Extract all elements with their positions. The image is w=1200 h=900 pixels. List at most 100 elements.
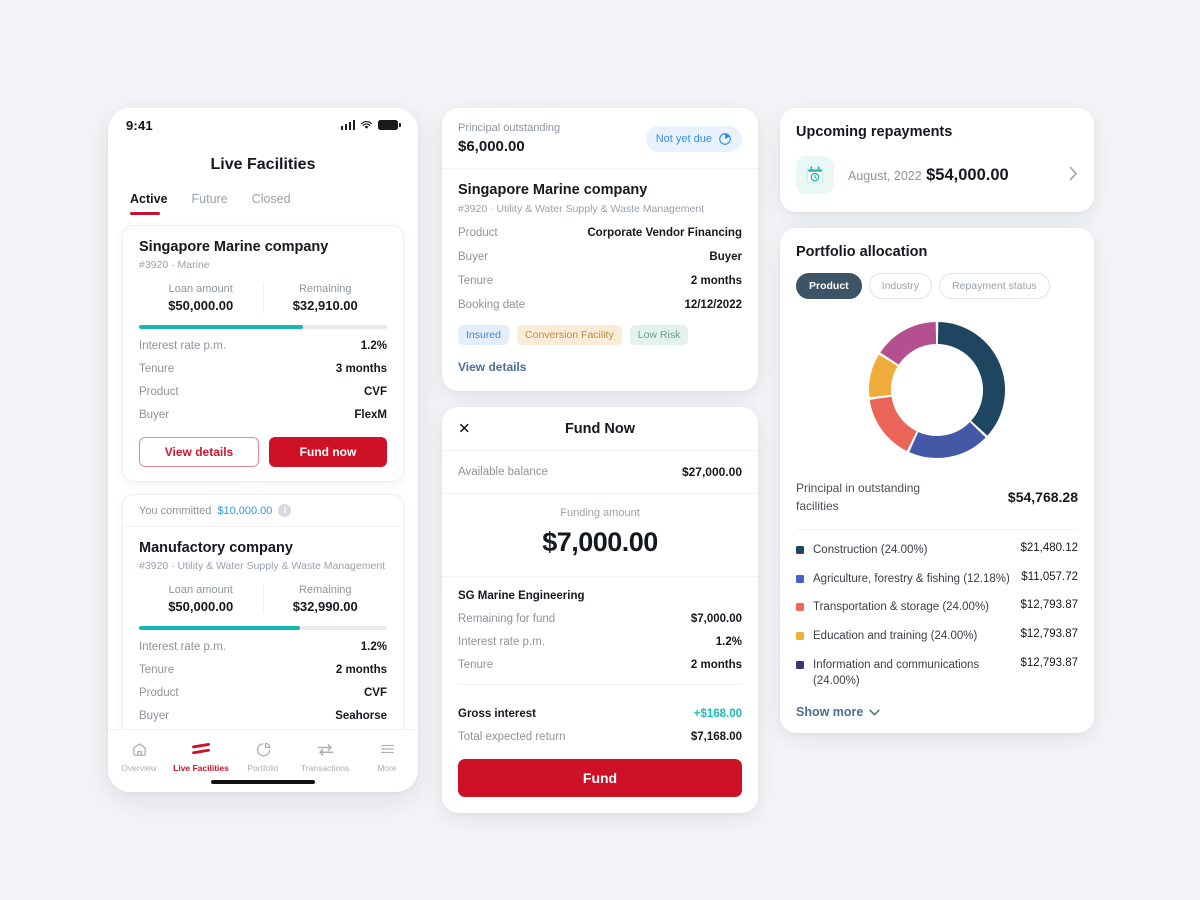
tab-label: Overview: [121, 763, 157, 773]
upcoming-repayments-title: Upcoming repayments: [796, 124, 953, 140]
segment-repayment-status[interactable]: Repayment status: [939, 273, 1050, 299]
facility-company-name: Singapore Marine company: [139, 239, 329, 255]
row-value: Seahorse: [335, 710, 387, 722]
fund-button[interactable]: Fund: [458, 759, 742, 797]
facility-tabs: Active Future Closed: [108, 174, 418, 215]
row-value: 1.2%: [715, 636, 742, 648]
row-key: Product: [139, 386, 179, 398]
facility-row: Interest rate p.m. 1.2%: [139, 340, 387, 352]
tab-label: More: [377, 763, 397, 773]
facility-detail-body: Singapore Marine company #3920 · Utility…: [442, 169, 758, 391]
allocation-legend: Construction (24.00%) $21,480.12 Agricultu…: [796, 530, 1078, 690]
fund-row: Remaining for fund $7,000.00: [458, 613, 742, 625]
fund-now-button[interactable]: Fund now: [269, 437, 387, 467]
repayment-amount: $54,000.00: [926, 165, 1009, 184]
fund-row: Interest rate p.m. 1.2%: [458, 636, 742, 648]
legend-label: Information and communications (24.00%): [813, 658, 980, 688]
repayment-row[interactable]: August, 2022 $54,000.00: [796, 156, 1078, 194]
available-balance-label: Available balance: [458, 466, 548, 478]
legend-swatch: [796, 632, 804, 641]
donut-segment: [880, 322, 937, 366]
tab-label: Portfolio: [247, 763, 279, 773]
facility-detail-card: Principal outstanding $6,000.00 Not yet …: [442, 108, 758, 391]
tab-future[interactable]: Future: [192, 192, 228, 215]
row-key: Buyer: [139, 409, 170, 421]
tab-active[interactable]: Active: [130, 192, 168, 215]
row-value: Buyer: [709, 251, 742, 263]
chevron-right-icon[interactable]: [1069, 166, 1078, 185]
upcoming-repayments-card: Upcoming repayments August, 2022 $54,000…: [780, 108, 1094, 212]
loan-amount-value: $50,000.00: [168, 599, 234, 614]
repayment-date: August, 2022: [848, 168, 922, 183]
row-key: Interest rate p.m.: [139, 340, 226, 352]
donut-segment: [869, 396, 918, 451]
show-more-button[interactable]: Show more: [796, 705, 1078, 719]
row-key: Buyer: [458, 251, 489, 263]
facility-row: Product CVF: [139, 386, 387, 398]
legend-value: $12,793.87: [1020, 599, 1078, 612]
row-value: 2 months: [690, 275, 742, 287]
chip-insured: Insured: [458, 325, 510, 345]
row-value: 1.2%: [360, 641, 387, 653]
gross-interest-row: Gross interest +$168.00: [458, 708, 742, 720]
chevron-down-icon: [869, 709, 880, 715]
legend-label: Transportation & storage (24.00%): [813, 601, 989, 614]
facility-card[interactable]: You committed $10,000.00 i Manufactory c…: [122, 494, 404, 737]
phone-mockup: 9:41 Live Facilities Active Future Close…: [108, 108, 418, 792]
portfolio-allocation-title: Portfolio allocation: [796, 244, 928, 260]
tab-overview[interactable]: Overview: [108, 739, 170, 773]
donut-chart-svg: [869, 322, 1005, 458]
info-icon[interactable]: i: [278, 504, 292, 517]
principal-label: Principal outstanding: [458, 122, 561, 134]
committed-banner: You committed $10,000.00 i: [123, 495, 403, 527]
legend-item: Construction (24.00%) $21,480.12: [796, 530, 1078, 559]
facility-list: Singapore Marine company #3920 · Marine …: [108, 215, 418, 737]
facility-progress-bar: [139, 325, 387, 329]
view-details-link[interactable]: View details: [458, 360, 526, 374]
battery-icon: [378, 120, 401, 130]
facility-row: Buyer Seahorse: [139, 710, 387, 722]
row-key: Tenure: [139, 664, 175, 676]
fund-now-card: ✕ Fund Now Available balance $27,000.00 …: [442, 407, 758, 813]
middle-column: Principal outstanding $6,000.00 Not yet …: [442, 108, 758, 813]
remaining-block: Remaining $32,990.00: [264, 584, 388, 614]
donut-segment: [909, 421, 986, 458]
funding-amount-block[interactable]: Funding amount $7,000.00: [442, 494, 758, 577]
tab-transactions[interactable]: Transactions: [294, 739, 356, 773]
total-label: Principal in outstanding facilities: [796, 481, 921, 513]
row-value: CVF: [364, 386, 387, 398]
view-details-button[interactable]: View details: [139, 437, 259, 467]
legend-label: Agriculture, forestry & fishing (12.18%): [813, 572, 1010, 585]
close-icon[interactable]: ✕: [458, 421, 471, 436]
detail-company-name: Singapore Marine company: [458, 182, 648, 198]
fund-now-title: Fund Now: [564, 420, 636, 437]
facility-company-sub: #3920 · Marine: [139, 259, 210, 271]
tab-more[interactable]: More: [356, 739, 418, 773]
tab-live-facilities[interactable]: Live Facilities: [170, 739, 232, 773]
loan-amount-block: Loan amount $50,000.00: [139, 584, 264, 614]
status-bar: 9:41: [108, 108, 418, 142]
donut-chart: [796, 299, 1078, 471]
legend-swatch: [796, 574, 804, 583]
facility-card[interactable]: Singapore Marine company #3920 · Marine …: [122, 225, 404, 482]
detail-row: Buyer Buyer: [458, 251, 742, 263]
segment-product[interactable]: Product: [796, 273, 862, 299]
detail-company-sub: #3920 · Utility & Water Supply & Waste M…: [458, 203, 705, 215]
tab-closed[interactable]: Closed: [252, 192, 291, 215]
legend-value: $11,057.72: [1021, 570, 1078, 583]
row-value: 2 months: [690, 659, 742, 671]
remaining-label: Remaining: [298, 584, 352, 596]
donut-segment: [869, 354, 898, 398]
loan-amount-label: Loan amount: [168, 584, 233, 596]
chip-low-risk: Low Risk: [629, 325, 689, 345]
row-value: FlexM: [354, 409, 387, 421]
available-balance-value: $27,000.00: [681, 465, 742, 479]
status-time: 9:41: [126, 117, 153, 133]
funding-amount-value: $7,000.00: [542, 527, 658, 557]
tag-chips: Insured Conversion Facility Low Risk: [458, 325, 742, 345]
segment-industry[interactable]: Industry: [868, 273, 933, 299]
row-key: Product: [139, 687, 179, 699]
legend-item: Information and communications (24.00%) $…: [796, 645, 1078, 690]
tab-portfolio[interactable]: Portfolio: [232, 739, 294, 773]
row-value: 2 months: [335, 664, 387, 676]
